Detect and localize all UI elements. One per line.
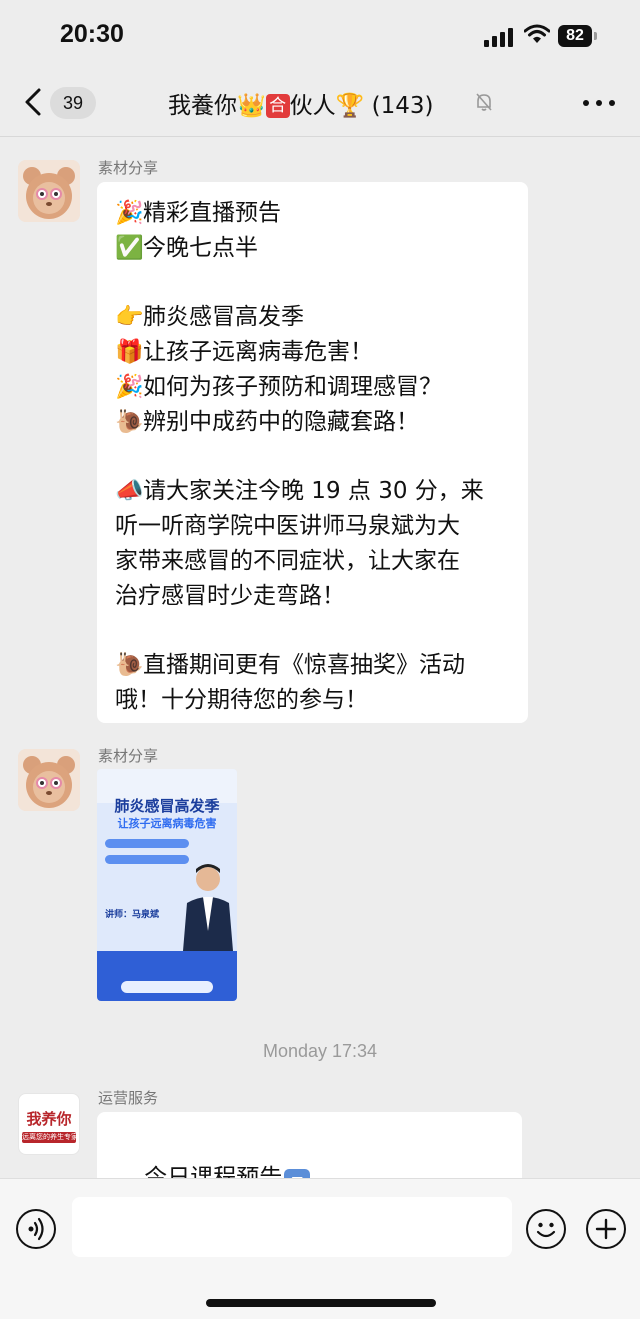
message-line: 🎁让孩子远离病毒危害！ — [115, 335, 484, 370]
message-line: 🎉如何为孩子预防和调理感冒？ — [115, 370, 484, 405]
avatar[interactable] — [18, 749, 80, 811]
poster-speaker: 讲师：马泉斌 — [105, 910, 160, 920]
status-time: 20:30 — [60, 20, 124, 48]
emoji-icon: ✅ — [115, 234, 144, 261]
poster-bottom-band — [97, 951, 237, 1001]
unread-count-badge[interactable]: 39 — [50, 87, 96, 119]
mute-bell-icon — [476, 93, 492, 111]
message-bubble[interactable]: 🎉精彩直播预告 ✅今晚七点半 👉肺炎感冒高发季 🎁让孩子远离病毒危害！ 🎉如何为孩子预防… — [97, 182, 528, 723]
message-line: 哦！十分期待您的参与！ — [115, 683, 484, 718]
emoji-icon: 🎉 — [115, 200, 144, 226]
message-line: 🐌直播期间更有《惊喜抽奖》活动 — [115, 648, 484, 683]
message-line-text: 听一听商学院中医讲师马泉斌为大 — [115, 513, 460, 540]
battery-icon: 82 — [558, 25, 592, 47]
smiley-icon — [536, 1222, 556, 1238]
input-bar — [0, 1178, 640, 1319]
avatar[interactable] — [18, 160, 80, 222]
message-text: 🎉精彩直播预告 ✅今晚七点半 👉肺炎感冒高发季 🎁让孩子远离病毒危害！ 🎉如何为孩子预防… — [115, 196, 484, 718]
wifi-icon — [524, 24, 550, 43]
message-line: 👉肺炎感冒高发季 — [115, 300, 484, 335]
emoji-icon: 👉 — [115, 304, 144, 331]
teddy-bear-avatar-icon — [18, 160, 80, 222]
add-attachment-button[interactable] — [586, 1209, 626, 1249]
message-input[interactable] — [72, 1197, 512, 1257]
message-line: ✅今晚七点半 — [115, 231, 484, 266]
emoji-icon: 🎁 — [115, 339, 144, 366]
poster-image[interactable]: 肺炎感冒高发季 让孩子远离病毒危害 讲师：马泉斌 — [97, 769, 237, 1001]
voice-input-button[interactable] — [16, 1209, 56, 1249]
sender-name: 运营服务 — [98, 1089, 159, 1107]
message-line: 家带来感冒的不同症状，让大家在 — [115, 544, 484, 579]
voice-waves-icon — [28, 1217, 44, 1241]
emoji-icon: 🐌 — [115, 408, 144, 435]
sender-name: 素材分享 — [98, 747, 159, 765]
message-bubble[interactable]: 今日课程预告▼ — [97, 1112, 522, 1195]
poster-speaker-photo — [179, 861, 237, 951]
message-line-text: 直播期间更有《惊喜抽奖》活动 — [143, 652, 465, 679]
battery-tip — [594, 32, 597, 40]
message-line-text: 请大家关注今晚 19 点 30 分，来 — [143, 478, 484, 505]
avatar-brand-subtext: 远离您的养生专家 — [22, 1132, 76, 1143]
more-options-icon[interactable] — [583, 100, 615, 108]
message-line — [115, 614, 484, 649]
message-line-text: 家带来感冒的不同症状，让大家在 — [115, 547, 460, 574]
poster-pill — [105, 839, 189, 848]
title-text-start: 我養你 — [168, 93, 237, 119]
avatar[interactable]: 我养你 远离您的养生专家 — [18, 1093, 80, 1155]
message-line-text: 今晚七点半 — [143, 234, 258, 261]
message-line-text: 如何为孩子预防和调理感冒？ — [143, 373, 442, 400]
group-title: 我養你👑 合伙人🏆 (143) — [168, 86, 433, 120]
message-line: 治疗感冒时少走弯路！ — [115, 579, 484, 614]
emoji-button[interactable] — [526, 1209, 566, 1249]
poster-headline: 肺炎感冒高发季 — [114, 797, 220, 815]
member-count: (143) — [371, 93, 434, 119]
message-line: 📣请大家关注今晚 19 点 30 分，来 — [115, 474, 484, 509]
home-indicator — [206, 1299, 436, 1307]
ideograph-he-icon: 合 — [265, 94, 290, 118]
plus-icon — [595, 1218, 617, 1240]
message-line-text: 精彩直播预告 — [143, 200, 281, 226]
message-line-text: 治疗感冒时少走弯路！ — [115, 582, 345, 609]
message-line-text: 辨别中成药中的隐藏套路！ — [143, 408, 419, 435]
teddy-bear-avatar-icon — [18, 749, 80, 811]
chat-timestamp: Monday 17:34 — [262, 1041, 378, 1061]
message-line: 🐌辨别中成药中的隐藏套路！ — [115, 405, 484, 440]
poster-bottom-button — [121, 981, 213, 993]
status-bar: 20:30 82 — [0, 0, 640, 70]
poster-subline: 让孩子远离病毒危害 — [117, 817, 217, 830]
crown-emoji-icon: 👑 — [237, 93, 266, 119]
poster-pill — [105, 855, 189, 864]
message-line — [115, 440, 484, 475]
sender-name: 素材分享 — [98, 159, 159, 177]
back-chevron-icon[interactable] — [18, 84, 52, 120]
emoji-icon: 📣 — [115, 478, 144, 505]
trophy-emoji-icon: 🏆 — [335, 93, 365, 119]
avatar-brand-text: 我养你 — [26, 1110, 72, 1128]
message-line-text: 肺炎感冒高发季 — [143, 304, 304, 331]
message-line: 听一听商学院中医讲师马泉斌为大 — [115, 509, 484, 544]
message-line-text: 哦！十分期待您的参与！ — [115, 687, 368, 714]
message-line: 🎉精彩直播预告 — [115, 196, 484, 231]
title-text-end: 伙人 — [289, 93, 336, 119]
emoji-icon: 🐌 — [115, 652, 144, 679]
chat-header: 39 我養你👑 合伙人🏆 (143) — [0, 70, 640, 137]
emoji-icon: 🎉 — [115, 373, 144, 400]
message-line — [115, 266, 484, 301]
cellular-signal-icon — [484, 27, 516, 47]
message-line-text: 让孩子远离病毒危害！ — [143, 339, 373, 366]
